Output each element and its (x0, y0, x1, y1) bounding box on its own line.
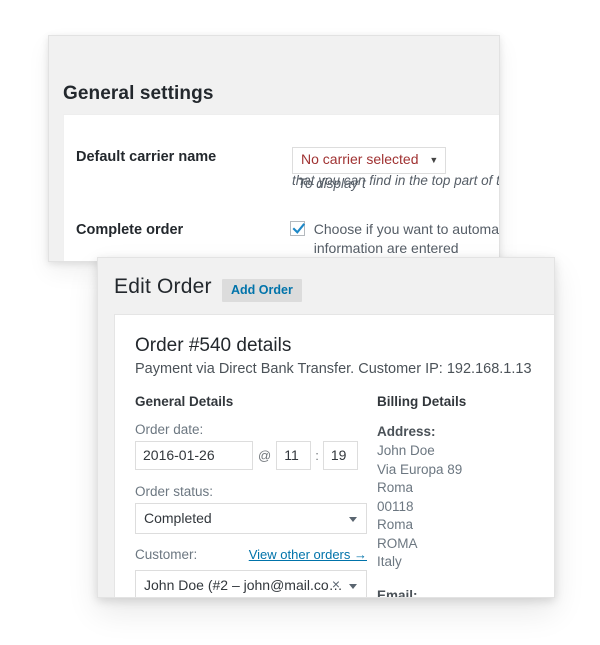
billing-address-line: Roma (376, 517, 413, 532)
view-other-orders-link[interactable]: View other orders → (249, 547, 367, 562)
complete-order-field: Choose if you want to automa information… (289, 220, 499, 258)
billing-address-line: John Doe (376, 443, 435, 458)
default-carrier-name-label: Default carrier name (76, 149, 217, 165)
order-status-select[interactable]: Completed (135, 503, 367, 534)
chevron-down-icon (349, 516, 357, 522)
page-title: General settings (63, 83, 214, 104)
billing-address-line: 00118 (376, 498, 414, 514)
settings-row-default-carrier: Default carrier name No carrier selected… (64, 147, 499, 193)
order-minute-input[interactable] (322, 441, 358, 470)
default-carrier-select-value: No carrier selected (301, 151, 419, 167)
order-hour-input[interactable] (276, 441, 312, 470)
edit-order-title: Edit Order (114, 275, 212, 298)
general-settings-header: General settings (49, 36, 499, 114)
customer-label-row: Customer: View other orders → (135, 547, 367, 566)
check-icon (292, 223, 305, 234)
add-order-button[interactable]: Add Order (222, 279, 302, 302)
complete-order-checkbox[interactable] (289, 221, 305, 236)
customer-select-value: John Doe (#2 – john@mail.co… (144, 577, 343, 593)
default-carrier-select[interactable]: No carrier selected ▼ (292, 147, 447, 174)
customer-select[interactable]: John Doe (#2 – john@mail.co… × (135, 570, 367, 597)
order-status-label: Order status: (135, 484, 214, 499)
complete-order-label: Complete order (76, 222, 184, 238)
time-colon-separator: : (315, 448, 319, 463)
order-details-card: Order #540 details Payment via Direct Ba… (114, 314, 554, 597)
billing-address-line: Via Europa 89 (376, 461, 463, 477)
edit-order-header: Edit Order Add Order (98, 258, 554, 314)
settings-row-complete-order: Complete order Choose if you want to aut… (64, 220, 499, 258)
billing-details-title: Billing Details (376, 394, 467, 409)
general-details-title: General Details (135, 394, 234, 409)
billing-address-label: Address: (376, 424, 436, 439)
order-heading: Order #540 details (135, 335, 292, 356)
clear-icon[interactable]: × (332, 575, 340, 593)
order-date-label: Order date: (135, 422, 204, 437)
billing-address-line: ROMA (376, 535, 418, 551)
complete-order-description-line1: Choose if you want to automa (313, 221, 499, 237)
order-status-value: Completed (144, 510, 212, 526)
edit-order-panel: Edit Order Add Order Order #540 details … (97, 257, 555, 598)
general-settings-panel: General settings Default carrier name No… (48, 35, 500, 262)
customer-label: Customer: (135, 547, 198, 562)
chevron-down-icon: ▼ (429, 155, 439, 165)
billing-details-column: Billing Details Address: John Doe Via Eu… (377, 394, 554, 597)
general-settings-body: Default carrier name No carrier selected… (63, 114, 499, 261)
billing-address-line: Italy (376, 554, 402, 569)
order-date-row: @ : (135, 441, 377, 470)
at-sign-separator: @ (258, 448, 272, 463)
general-details-column: General Details Order date: @ : Order st… (135, 394, 377, 597)
order-subheading: Payment via Direct Bank Transfer. Custom… (135, 361, 532, 377)
order-date-input[interactable] (135, 441, 253, 470)
billing-email-label: Email: (376, 587, 418, 598)
default-carrier-field: No carrier selected ▼ To display t that … (292, 147, 499, 193)
complete-order-description-line2: information are entered (313, 240, 459, 256)
billing-address-line: Roma (376, 480, 413, 495)
default-carrier-hint-line2: that you can find in the top part of the (292, 173, 500, 188)
chevron-down-icon (349, 583, 357, 589)
